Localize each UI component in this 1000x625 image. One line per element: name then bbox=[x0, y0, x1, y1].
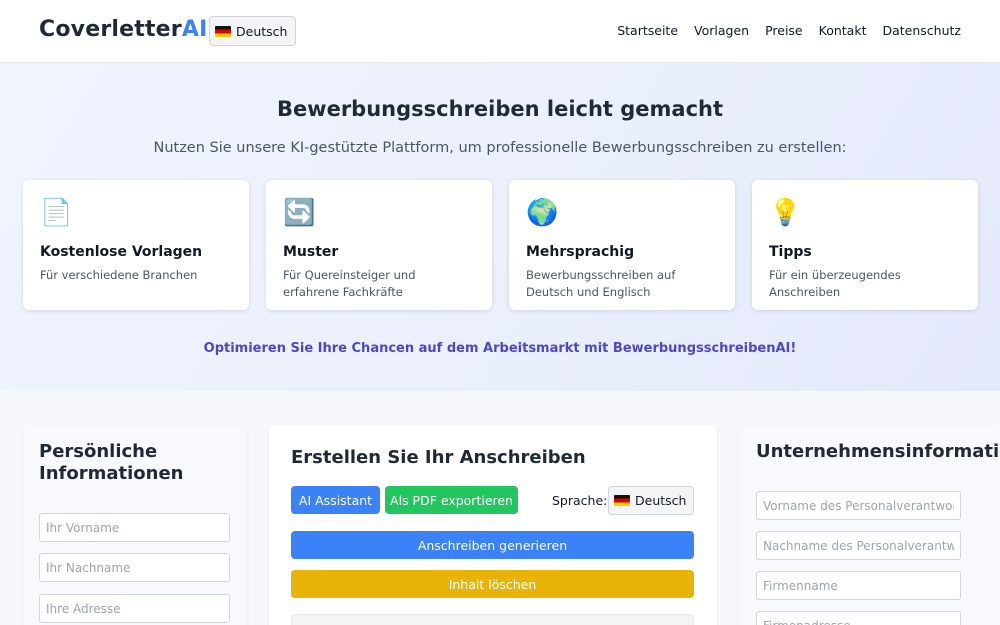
refresh-icon: 🔄 bbox=[283, 198, 316, 228]
language-select-label: Sprache: bbox=[552, 493, 608, 508]
logo[interactable]: CoverletterAI bbox=[39, 17, 207, 42]
nav-datenschutz[interactable]: Datenschutz bbox=[883, 23, 962, 38]
feature-card-title: Muster bbox=[283, 244, 339, 260]
first-name-input[interactable] bbox=[39, 513, 230, 542]
export-pdf-button[interactable]: Als PDF exportieren bbox=[385, 486, 518, 514]
feature-card-text: Für verschiedene Branchen bbox=[40, 268, 198, 282]
letter-language-select[interactable]: Deutsch bbox=[608, 486, 694, 515]
hero-section: Bewerbungsschreiben leicht gemacht Nutze… bbox=[0, 63, 1000, 391]
feature-card-text: Für Quereinsteiger und erfahrene Fachkrä… bbox=[283, 268, 416, 299]
top-header: CoverletterAI Deutsch Startseite Vorlage… bbox=[0, 0, 1000, 63]
feature-card-tipps: 💡 Tipps Für ein überzeugendes Anschreibe… bbox=[752, 180, 978, 310]
clear-content-button[interactable]: Inhalt löschen bbox=[291, 570, 694, 598]
main-nav: Startseite Vorlagen Preise Kontakt Daten… bbox=[617, 23, 961, 38]
nav-preise[interactable]: Preise bbox=[765, 23, 803, 38]
last-name-input[interactable] bbox=[39, 553, 230, 582]
logo-text: Coverletter bbox=[39, 17, 182, 42]
feature-card-title: Tipps bbox=[769, 244, 812, 260]
feature-card-mehrsprachig: 🌍 Mehrsprachig Bewerbungsschreiben auf D… bbox=[509, 180, 735, 310]
address-input[interactable] bbox=[39, 594, 230, 623]
lightbulb-icon: 💡 bbox=[769, 198, 802, 228]
feature-card-title: Mehrsprachig bbox=[526, 244, 635, 260]
hr-last-name-input[interactable] bbox=[756, 531, 961, 560]
feature-card-text: Bewerbungsschreiben auf Deutsch und Engl… bbox=[526, 268, 676, 299]
nav-vorlagen[interactable]: Vorlagen bbox=[694, 23, 749, 38]
company-address-input[interactable] bbox=[756, 611, 961, 625]
letter-editor-area[interactable] bbox=[291, 614, 694, 625]
nav-startseite[interactable]: Startseite bbox=[617, 23, 678, 38]
globe-icon: 🌍 bbox=[526, 198, 559, 228]
personal-info-title: Persönliche Informationen bbox=[39, 441, 184, 484]
cover-letter-title: Erstellen Sie Ihr Anschreiben bbox=[291, 447, 586, 468]
hero-subtitle: Nutzen Sie unsere KI-gestützte Plattform… bbox=[153, 140, 847, 156]
german-flag-icon bbox=[215, 25, 231, 37]
company-name-input[interactable] bbox=[756, 571, 961, 600]
generate-letter-button[interactable]: Anschreiben generieren bbox=[291, 531, 694, 559]
company-info-title: Unternehmensinformationen bbox=[756, 441, 1000, 462]
letter-language-value: Deutsch bbox=[635, 493, 687, 508]
logo-accent: AI bbox=[181, 17, 208, 42]
feature-card-text: Für ein überzeugendes Anschreiben bbox=[769, 268, 901, 299]
german-flag-icon bbox=[614, 495, 630, 506]
hero-cta-text: Optimieren Sie Ihre Chancen auf dem Arbe… bbox=[203, 341, 797, 356]
feature-card-vorlagen: 📄 Kostenlose Vorlagen Für verschiedene B… bbox=[23, 180, 249, 310]
language-selector-button[interactable]: Deutsch bbox=[209, 16, 296, 46]
hr-first-name-input[interactable] bbox=[756, 491, 961, 520]
nav-kontakt[interactable]: Kontakt bbox=[819, 23, 867, 38]
language-label: Deutsch bbox=[236, 23, 288, 39]
hero-title: Bewerbungsschreiben leicht gemacht bbox=[276, 97, 724, 121]
feature-card-title: Kostenlose Vorlagen bbox=[40, 244, 203, 260]
document-icon: 📄 bbox=[40, 198, 73, 228]
feature-card-muster: 🔄 Muster Für Quereinsteiger und erfahren… bbox=[266, 180, 492, 310]
ai-assistant-button[interactable]: AI Assistant bbox=[291, 486, 380, 514]
